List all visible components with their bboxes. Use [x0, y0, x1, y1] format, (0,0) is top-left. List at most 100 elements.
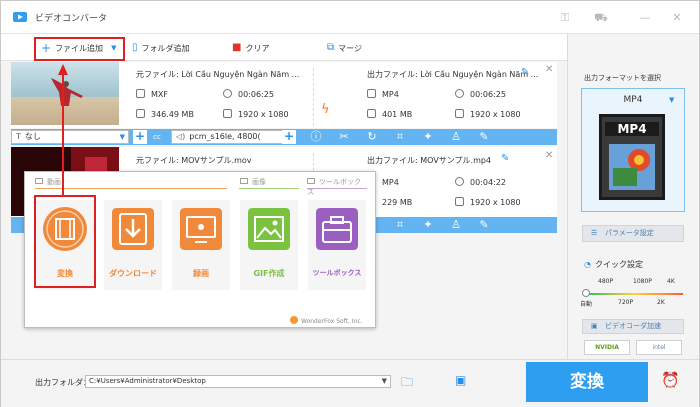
effects-icon[interactable]: ✦	[421, 130, 435, 144]
toolbox-tile[interactable]: ツールボックス	[308, 200, 366, 290]
rotate-icon[interactable]: ↻	[365, 130, 379, 144]
pen-icon[interactable]: ✎	[477, 218, 491, 232]
source-size: 346.49 MB	[136, 109, 194, 119]
info-icon[interactable]: ⓘ	[309, 130, 323, 144]
add-subtitle-button[interactable]: +	[133, 130, 147, 144]
lightning-icon: ϟ	[321, 102, 330, 117]
chevron-down-icon[interactable]: ▼	[382, 376, 387, 387]
source-format: MXF	[136, 89, 168, 99]
output-resolution-value: 1920 x 1080	[470, 198, 521, 207]
file-item[interactable]: 元ファイル: Lời Cầu Nguyện Ngàn Năm ... MXF 0…	[11, 62, 557, 128]
clear-button[interactable]: ■ クリア	[232, 38, 269, 58]
output-size: 401 MB	[367, 109, 412, 119]
record-tile-label: 録画	[193, 269, 209, 278]
pen-icon[interactable]: ✎	[477, 130, 491, 144]
tick-1080p: 1080P	[633, 278, 652, 285]
minimize-button[interactable]: —	[637, 10, 653, 26]
trash-icon: ■	[232, 42, 242, 53]
crop-icon[interactable]: ⌗	[393, 218, 407, 232]
gpu-acceleration-button[interactable]: ▣ ビデオコーダ加速	[582, 319, 684, 334]
add-folder-button[interactable]: ▯ フォルダ追加	[132, 38, 190, 58]
tick-480p: 480P	[598, 278, 614, 285]
effects-icon[interactable]: ✦	[421, 218, 435, 232]
convert-button[interactable]: 変換	[526, 362, 648, 402]
resolution-icon	[223, 109, 232, 118]
output-resolution: 1920 x 1080	[455, 109, 521, 119]
quick-setting-label: ◔ クイック設定	[584, 259, 643, 270]
nvidia-badge[interactable]: NVIDIA	[584, 340, 630, 355]
toolbox-tile-label: ツールボックス	[312, 269, 362, 277]
cc-icon[interactable]: cc	[150, 130, 164, 144]
scissors-icon[interactable]: ✂	[337, 130, 351, 144]
output-file-name: 出力ファイル: Lời Cầu Nguyện Ngàn Năm ...	[367, 70, 539, 79]
chevron-down-icon[interactable]: ▼	[669, 96, 674, 104]
source-resolution: 1920 x 1080	[223, 109, 289, 119]
subtitle-icon: T	[16, 132, 21, 141]
annotation-arrow-head	[58, 64, 68, 75]
quality-slider-handle[interactable]	[582, 289, 590, 297]
add-audio-button[interactable]: +	[282, 130, 296, 144]
output-folder-input[interactable]: C:¥Users¥Administrator¥Desktop ▼	[85, 375, 391, 388]
output-size-value: 229 MB	[382, 198, 413, 207]
app-title: ビデオコンバータ	[35, 14, 108, 24]
quality-slider-track[interactable]	[586, 293, 683, 295]
subtitle-select[interactable]: T なし ▼	[11, 130, 129, 144]
remove-file-icon[interactable]: ✕	[545, 64, 553, 75]
add-file-highlight	[34, 37, 125, 61]
audio-select[interactable]: ◁) pcm_s16le, 4800(	[171, 130, 285, 144]
output-size-value: 401 MB	[382, 110, 413, 119]
record-tile[interactable]: 録画	[172, 200, 230, 290]
alarm-clock-icon[interactable]: ⏰	[661, 371, 680, 389]
source-file-name: 元ファイル: Lời Cầu Nguyện Ngàn Năm ...	[136, 70, 300, 79]
source-duration: 00:06:25	[223, 89, 274, 99]
file-size-icon	[367, 109, 376, 118]
sliders-icon: ☰	[591, 229, 598, 237]
tick-720p: 720P	[618, 299, 634, 306]
app-window: ビデオコンバータ ⚿ ⛟ — ✕ + ファイル追加 ▼ ▯ フォルダ追加 ■ ク…	[0, 0, 700, 407]
clock-icon	[455, 89, 464, 98]
merge-button[interactable]: ⧉ マージ	[327, 38, 362, 58]
tab-toolbox[interactable]: ツールボックス	[307, 177, 365, 197]
clock-icon	[455, 177, 464, 186]
popup-footer: WonderFox Soft, Inc.	[290, 316, 363, 325]
cart-icon[interactable]: ⛟	[593, 10, 609, 26]
file-format-icon	[136, 89, 145, 98]
intel-badge[interactable]: intel	[636, 340, 682, 355]
close-window-button[interactable]: ✕	[669, 10, 685, 26]
gif-tile[interactable]: GIF作成	[240, 200, 298, 290]
edit-name-icon[interactable]: ✎	[521, 67, 529, 78]
title-bar: ビデオコンバータ ⚿ ⛟ — ✕	[1, 1, 699, 34]
toolbox-icon	[316, 208, 358, 250]
source-resolution-value: 1920 x 1080	[238, 110, 289, 119]
annotation-arrow-shaft	[62, 74, 64, 195]
chip-icon: ▣	[591, 322, 598, 330]
browse-folder-icon[interactable]: 🗀	[401, 373, 417, 389]
add-folder-label: フォルダ追加	[141, 43, 190, 53]
image-icon	[248, 208, 290, 250]
watermark-icon[interactable]: ♙	[449, 218, 463, 232]
file-format-icon	[367, 89, 376, 98]
clear-label: クリア	[245, 43, 270, 53]
edit-toolbar: T なし ▼ + cc ◁) pcm_s16le, 4800( + ⓘ ✂ ↻ ⌗ …	[11, 129, 557, 145]
open-folder-icon[interactable]: ▣	[455, 373, 471, 387]
speed-icon: ◔	[584, 260, 591, 269]
edit-name-icon[interactable]: ✎	[501, 153, 509, 164]
remove-file-icon[interactable]: ✕	[545, 150, 553, 161]
crop-icon[interactable]: ⌗	[393, 130, 407, 144]
tab-image[interactable]: 画像	[240, 177, 266, 187]
resolution-icon	[455, 109, 464, 118]
resolution-icon	[455, 197, 464, 206]
mp4-format-icon: MP4	[599, 114, 665, 200]
watermark-icon[interactable]: ♙	[449, 130, 463, 144]
subtitle-value: なし	[24, 132, 41, 141]
row-divider	[313, 68, 314, 126]
tab-video[interactable]: 動画	[35, 177, 61, 187]
image-section-line	[239, 188, 299, 189]
download-tile[interactable]: ダウンロード	[104, 200, 162, 290]
parameter-settings-button[interactable]: ☰ パラメータ設定	[582, 225, 684, 242]
key-icon[interactable]: ⚿	[557, 10, 573, 26]
output-duration: 00:04:22	[455, 177, 506, 187]
toolbox-section-line	[307, 188, 367, 189]
file-size-icon	[136, 109, 145, 118]
download-tile-label: ダウンロード	[109, 269, 157, 278]
